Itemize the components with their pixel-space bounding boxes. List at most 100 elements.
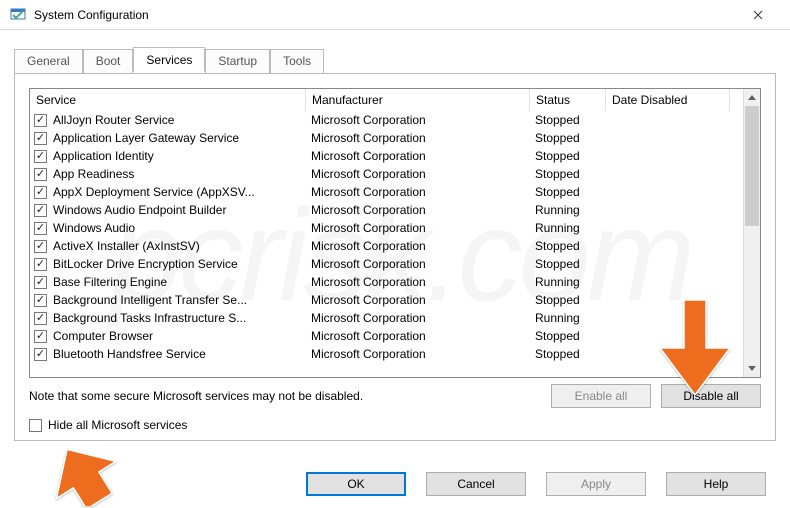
enable-all-button[interactable]: Enable all <box>551 384 651 408</box>
service-row[interactable]: BitLocker Drive Encryption ServiceMicros… <box>30 255 743 273</box>
tab-strip: GeneralBootServicesStartupTools <box>0 30 790 73</box>
service-checkbox[interactable] <box>34 276 47 289</box>
scroll-down-button[interactable] <box>744 360 760 377</box>
service-manufacturer: Microsoft Corporation <box>309 149 533 163</box>
service-status: Running <box>533 221 609 235</box>
service-name: AllJoyn Router Service <box>51 113 309 127</box>
tab-startup[interactable]: Startup <box>205 49 270 74</box>
service-manufacturer: Microsoft Corporation <box>309 113 533 127</box>
service-checkbox[interactable] <box>34 114 47 127</box>
service-manufacturer: Microsoft Corporation <box>309 203 533 217</box>
service-checkbox[interactable] <box>34 186 47 199</box>
service-status: Stopped <box>533 131 609 145</box>
service-checkbox[interactable] <box>34 150 47 163</box>
service-status: Stopped <box>533 347 609 361</box>
apply-button[interactable]: Apply <box>546 472 646 496</box>
service-row[interactable]: Windows Audio Endpoint BuilderMicrosoft … <box>30 201 743 219</box>
service-manufacturer: Microsoft Corporation <box>309 239 533 253</box>
col-service[interactable]: Service <box>30 89 306 111</box>
services-list: Service Manufacturer Status Date Disable… <box>29 88 761 378</box>
column-headers: Service Manufacturer Status Date Disable… <box>30 89 743 111</box>
service-name: ActiveX Installer (AxInstSV) <box>51 239 309 253</box>
service-status: Stopped <box>533 185 609 199</box>
service-row[interactable]: Background Intelligent Transfer Se...Mic… <box>30 291 743 309</box>
service-row[interactable]: AllJoyn Router ServiceMicrosoft Corporat… <box>30 111 743 129</box>
service-status: Stopped <box>533 149 609 163</box>
service-row[interactable]: Background Tasks Infrastructure S...Micr… <box>30 309 743 327</box>
service-name: Base Filtering Engine <box>51 275 309 289</box>
hide-ms-checkbox[interactable] <box>29 419 42 432</box>
ok-button[interactable]: OK <box>306 472 406 496</box>
service-status: Running <box>533 203 609 217</box>
service-name: App Readiness <box>51 167 309 181</box>
dialog-button-bar: OK Cancel Apply Help <box>0 460 790 508</box>
service-name: AppX Deployment Service (AppXSV... <box>51 185 309 199</box>
close-button[interactable] <box>735 1 780 29</box>
service-row[interactable]: ActiveX Installer (AxInstSV)Microsoft Co… <box>30 237 743 255</box>
service-checkbox[interactable] <box>34 258 47 271</box>
service-status: Running <box>533 275 609 289</box>
service-name: Application Identity <box>51 149 309 163</box>
service-row[interactable]: Bluetooth Handsfree ServiceMicrosoft Cor… <box>30 345 743 363</box>
service-checkbox[interactable] <box>34 312 47 325</box>
service-checkbox[interactable] <box>34 330 47 343</box>
col-status[interactable]: Status <box>530 89 606 111</box>
cancel-button[interactable]: Cancel <box>426 472 526 496</box>
service-status: Stopped <box>533 329 609 343</box>
tab-services[interactable]: Services <box>133 47 205 72</box>
service-name: Windows Audio Endpoint Builder <box>51 203 309 217</box>
service-status: Running <box>533 311 609 325</box>
service-checkbox[interactable] <box>34 168 47 181</box>
tab-general[interactable]: General <box>14 49 83 74</box>
service-row[interactable]: Windows AudioMicrosoft CorporationRunnin… <box>30 219 743 237</box>
service-checkbox[interactable] <box>34 240 47 253</box>
vertical-scrollbar[interactable] <box>743 89 760 377</box>
window-title: System Configuration <box>34 8 735 22</box>
service-manufacturer: Microsoft Corporation <box>309 311 533 325</box>
tab-tools[interactable]: Tools <box>270 49 324 74</box>
service-checkbox[interactable] <box>34 132 47 145</box>
service-row[interactable]: AppX Deployment Service (AppXSV...Micros… <box>30 183 743 201</box>
service-manufacturer: Microsoft Corporation <box>309 167 533 181</box>
service-name: BitLocker Drive Encryption Service <box>51 257 309 271</box>
service-row[interactable]: Base Filtering EngineMicrosoft Corporati… <box>30 273 743 291</box>
scroll-up-button[interactable] <box>744 89 760 106</box>
service-status: Stopped <box>533 167 609 181</box>
service-manufacturer: Microsoft Corporation <box>309 221 533 235</box>
tab-boot[interactable]: Boot <box>83 49 134 74</box>
service-row[interactable]: Application IdentityMicrosoft Corporatio… <box>30 147 743 165</box>
services-panel: Service Manufacturer Status Date Disable… <box>14 73 776 441</box>
col-manufacturer[interactable]: Manufacturer <box>306 89 530 111</box>
hide-ms-label[interactable]: Hide all Microsoft services <box>48 418 187 432</box>
service-manufacturer: Microsoft Corporation <box>309 347 533 361</box>
service-status: Stopped <box>533 257 609 271</box>
col-date-disabled[interactable]: Date Disabled <box>606 89 730 111</box>
help-button[interactable]: Help <box>666 472 766 496</box>
scroll-thumb[interactable] <box>745 106 759 226</box>
service-status: Stopped <box>533 113 609 127</box>
note-text: Note that some secure Microsoft services… <box>29 389 541 403</box>
service-name: Windows Audio <box>51 221 309 235</box>
service-row[interactable]: App ReadinessMicrosoft CorporationStoppe… <box>30 165 743 183</box>
service-manufacturer: Microsoft Corporation <box>309 131 533 145</box>
titlebar: System Configuration <box>0 0 790 30</box>
service-name: Bluetooth Handsfree Service <box>51 347 309 361</box>
service-manufacturer: Microsoft Corporation <box>309 329 533 343</box>
service-row[interactable]: Application Layer Gateway ServiceMicroso… <box>30 129 743 147</box>
service-name: Background Intelligent Transfer Se... <box>51 293 309 307</box>
service-checkbox[interactable] <box>34 294 47 307</box>
service-checkbox[interactable] <box>34 222 47 235</box>
service-manufacturer: Microsoft Corporation <box>309 185 533 199</box>
service-checkbox[interactable] <box>34 204 47 217</box>
service-manufacturer: Microsoft Corporation <box>309 293 533 307</box>
service-checkbox[interactable] <box>34 348 47 361</box>
service-name: Application Layer Gateway Service <box>51 131 309 145</box>
app-icon <box>10 7 26 23</box>
service-status: Stopped <box>533 293 609 307</box>
scroll-track[interactable] <box>744 106 760 360</box>
service-name: Computer Browser <box>51 329 309 343</box>
service-status: Stopped <box>533 239 609 253</box>
service-row[interactable]: Computer BrowserMicrosoft CorporationSto… <box>30 327 743 345</box>
service-manufacturer: Microsoft Corporation <box>309 275 533 289</box>
disable-all-button[interactable]: Disable all <box>661 384 761 408</box>
